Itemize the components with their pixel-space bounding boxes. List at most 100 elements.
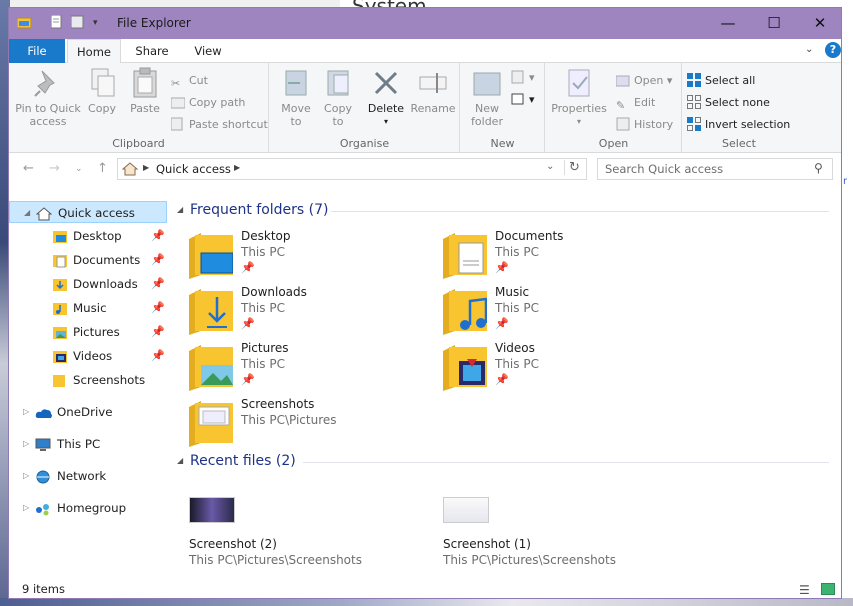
expand-arrow-icon[interactable]: ▷	[23, 465, 29, 487]
delete-button[interactable]: Delete ▾	[366, 67, 406, 128]
screenshots-folder-icon	[189, 399, 233, 447]
copy-button[interactable]: Copy	[85, 67, 119, 115]
address-dropdown-icon[interactable]: ⌄	[546, 161, 554, 172]
maximize-button[interactable]: ☐	[751, 8, 797, 39]
folder-tile-documents[interactable]: Documents This PC 📌	[443, 229, 683, 283]
pin-icon[interactable]: 📌	[151, 321, 165, 343]
collapse-arrow-icon[interactable]: ◢	[24, 202, 30, 224]
tab-file[interactable]: File	[9, 39, 65, 63]
minimize-button[interactable]: —	[705, 8, 751, 39]
section-divider	[331, 211, 829, 212]
new-folder-quick-icon[interactable]	[70, 15, 85, 33]
open-button[interactable]: Open ▾	[615, 72, 672, 90]
collapse-frequent-icon[interactable]: ◢	[177, 205, 183, 214]
sidebar-item-pictures[interactable]: Pictures 📌	[9, 321, 167, 343]
title-bar[interactable]: ▾ File Explorer — ☐ ✕	[9, 8, 841, 39]
pin-icon[interactable]: 📌	[151, 225, 165, 247]
select-all-button[interactable]: Select all	[687, 72, 755, 90]
expand-ribbon-icon[interactable]: ⌄	[805, 44, 813, 55]
customize-quick-access-toolbar-icon[interactable]: ▾	[93, 18, 98, 28]
refresh-icon[interactable]: ↻	[564, 160, 580, 175]
recent-files-header[interactable]: Recent files (2)	[190, 453, 296, 469]
breadcrumb-quick-access[interactable]: Quick access	[156, 162, 231, 176]
move-to-button[interactable]: Move to	[278, 67, 314, 128]
new-folder-button[interactable]: New folder	[467, 67, 507, 128]
history-button[interactable]: History	[616, 116, 673, 134]
large-icons-view-icon[interactable]	[821, 583, 835, 595]
breadcrumb-chevron-icon[interactable]: ▶	[234, 163, 240, 172]
file-tile-screenshot-1[interactable]: Screenshot (1) This PC\Pictures\Screensh…	[443, 497, 683, 577]
pin-icon[interactable]: 📌	[151, 273, 165, 295]
pin-icon[interactable]: 📌	[241, 317, 255, 330]
copy-path-icon	[170, 97, 186, 111]
breadcrumb-separator-icon[interactable]: ▶	[143, 163, 149, 172]
sidebar-item-this-pc[interactable]: ▷ This PC	[9, 433, 167, 455]
pin-icon[interactable]: 📌	[495, 261, 509, 274]
back-arrow-icon[interactable]: ←	[23, 161, 34, 176]
pin-icon[interactable]: 📌	[495, 317, 509, 330]
home-icon	[121, 161, 139, 180]
expand-arrow-icon[interactable]: ▷	[23, 497, 29, 519]
expand-arrow-icon[interactable]: ▷	[23, 433, 29, 455]
rename-button[interactable]: Rename	[410, 67, 456, 115]
sidebar-item-downloads[interactable]: Downloads 📌	[9, 273, 167, 295]
properties-quick-icon[interactable]	[50, 14, 63, 33]
sidebar-item-desktop[interactable]: Desktop 📌	[9, 225, 167, 247]
pin-icon[interactable]: 📌	[151, 249, 165, 271]
copy-path-button[interactable]: Copy path	[170, 94, 245, 112]
recent-locations-icon[interactable]: ⌄	[75, 164, 83, 174]
sidebar-item-network[interactable]: ▷ Network	[9, 465, 167, 487]
homegroup-icon	[35, 501, 51, 516]
file-tile-screenshot-2[interactable]: Screenshot (2) This PC\Pictures\Screensh…	[189, 497, 429, 577]
search-icon[interactable]: ⚲	[814, 161, 823, 175]
properties-button[interactable]: Properties ▾	[550, 67, 608, 128]
collapse-recent-icon[interactable]: ◢	[177, 456, 183, 465]
sidebar-item-music[interactable]: Music 📌	[9, 297, 167, 319]
folder-tile-pictures[interactable]: Pictures This PC 📌	[189, 341, 429, 395]
expand-arrow-icon[interactable]: ▷	[23, 401, 29, 423]
paste-button[interactable]: Paste	[125, 67, 165, 115]
sidebar-item-documents[interactable]: Documents 📌	[9, 249, 167, 271]
search-box[interactable]: Search Quick access ⚲	[597, 158, 833, 180]
address-bar[interactable]: ▶ Quick access ▶ ⌄ ↻	[117, 158, 587, 180]
new-folder-label-line1: New	[475, 102, 499, 115]
sidebar-item-onedrive[interactable]: ▷ OneDrive	[9, 401, 167, 423]
edit-button[interactable]: ✎ Edit	[616, 94, 655, 112]
paste-shortcut-button[interactable]: Paste shortcut	[170, 116, 268, 134]
pin-icon[interactable]: 📌	[151, 297, 165, 319]
properties-dropdown-icon[interactable]: ▾	[550, 115, 608, 128]
pin-icon[interactable]: 📌	[151, 345, 165, 367]
forward-arrow-icon[interactable]: →	[49, 161, 60, 176]
new-item-button[interactable]: ▾	[511, 69, 535, 87]
folder-tile-screenshots[interactable]: Screenshots This PC\Pictures	[189, 397, 429, 451]
folder-tile-videos[interactable]: Videos This PC 📌	[443, 341, 683, 395]
cut-button[interactable]: ✂ Cut	[171, 72, 208, 90]
details-view-icon[interactable]: ☰	[799, 583, 810, 597]
file-explorer-app-icon[interactable]	[16, 15, 32, 33]
help-icon[interactable]: ?	[825, 42, 841, 58]
pin-to-quick-access-button[interactable]: Pin to Quick access	[13, 67, 83, 128]
up-arrow-icon[interactable]: ↑	[97, 161, 108, 176]
tab-home[interactable]: Home	[67, 39, 121, 64]
folder-tile-downloads[interactable]: Downloads This PC 📌	[189, 285, 429, 339]
folder-tile-desktop[interactable]: Desktop This PC 📌	[189, 229, 429, 283]
copy-to-button[interactable]: Copy to	[320, 67, 356, 128]
easy-access-button[interactable]: ▾	[511, 91, 535, 109]
tab-view[interactable]: View	[183, 39, 233, 63]
frequent-folders-header[interactable]: Frequent folders (7)	[190, 202, 329, 218]
folder-tile-music[interactable]: Music This PC 📌	[443, 285, 683, 339]
sidebar-item-videos[interactable]: Videos 📌	[9, 345, 167, 367]
ribbon-tabs: File Home Share View ⌄ ?	[9, 39, 841, 64]
pin-icon[interactable]: 📌	[241, 373, 255, 386]
file-name: Screenshot (2)	[189, 537, 277, 551]
select-none-button[interactable]: Select none	[687, 94, 770, 112]
close-button[interactable]: ✕	[797, 8, 841, 39]
invert-selection-button[interactable]: Invert selection	[687, 116, 790, 134]
sidebar-item-homegroup[interactable]: ▷ Homegroup	[9, 497, 167, 519]
sidebar-item-quick-access[interactable]: ◢ Quick access	[9, 201, 167, 223]
pin-icon[interactable]: 📌	[241, 261, 255, 274]
sidebar-item-screenshots[interactable]: Screenshots	[9, 369, 167, 391]
pin-icon[interactable]: 📌	[495, 373, 509, 386]
tab-share[interactable]: Share	[127, 39, 177, 63]
delete-dropdown-icon[interactable]: ▾	[366, 115, 406, 128]
